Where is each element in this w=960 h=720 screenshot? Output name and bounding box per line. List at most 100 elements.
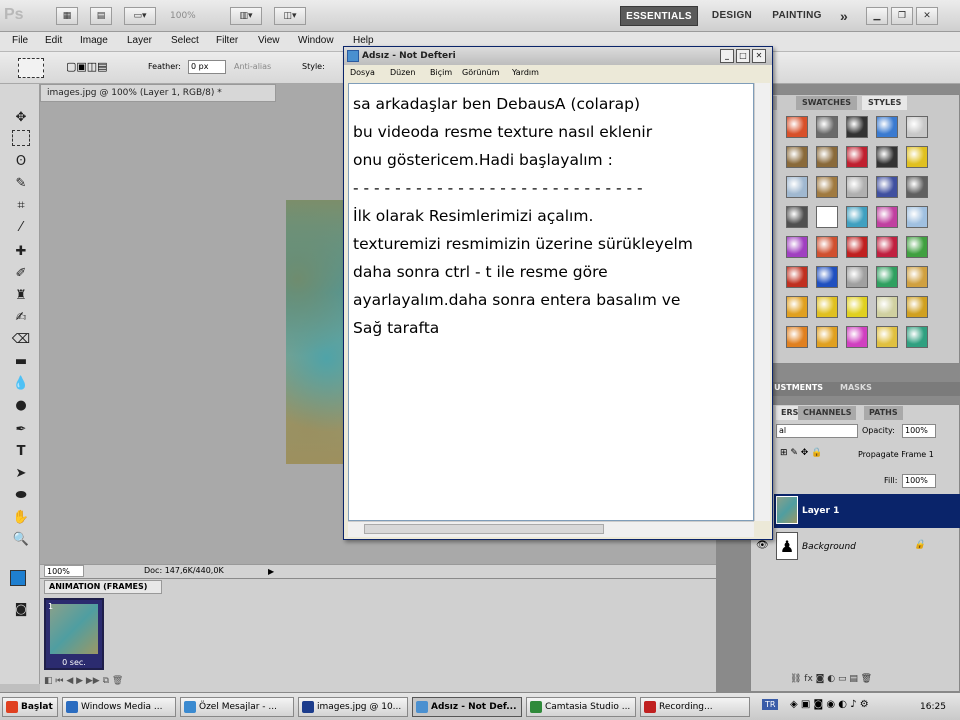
style-swatch[interactable]	[906, 296, 928, 318]
zoom-tool-icon[interactable]: 🔍	[10, 530, 32, 550]
notepad-menu-view[interactable]: Görünüm	[462, 65, 499, 81]
style-swatch[interactable]	[786, 176, 808, 198]
style-swatch[interactable]	[876, 146, 898, 168]
quick-mask-icon[interactable]: ◙	[10, 600, 32, 620]
status-menu-arrow-icon[interactable]: ▶	[268, 566, 274, 578]
notepad-vertical-scrollbar[interactable]	[754, 83, 770, 521]
gradient-tool-icon[interactable]: ▬	[10, 352, 32, 372]
dodge-tool-icon[interactable]: ●	[10, 396, 32, 416]
animation-frame[interactable]: 1 0 sec.	[44, 598, 104, 670]
more-workspaces-icon[interactable]: »	[834, 6, 854, 26]
style-swatch[interactable]	[816, 116, 838, 138]
style-swatch[interactable]	[816, 206, 838, 228]
task-ozel-mesajlar[interactable]: Özel Mesajlar - ...	[180, 697, 294, 717]
style-swatch[interactable]	[786, 266, 808, 288]
menu-view[interactable]: View	[258, 35, 280, 46]
style-swatch[interactable]	[846, 266, 868, 288]
zoom-field[interactable]: 100%	[44, 565, 84, 577]
healing-brush-icon[interactable]: ✚	[10, 242, 32, 262]
screen-mode-icon[interactable]: ◫▾	[274, 7, 306, 25]
marquee-preset-icon[interactable]	[18, 58, 44, 78]
opacity-field[interactable]: 100%	[902, 424, 936, 438]
document-tab[interactable]: images.jpg @ 100% (Layer 1, RGB/8) *	[40, 84, 276, 102]
style-swatch[interactable]	[816, 266, 838, 288]
arrange-documents-icon[interactable]: ▥▾	[230, 7, 262, 25]
style-swatch[interactable]	[786, 206, 808, 228]
menu-edit[interactable]: Edit	[45, 35, 62, 46]
notepad-menu-edit[interactable]: Düzen	[390, 65, 415, 81]
style-swatch[interactable]	[786, 236, 808, 258]
task-notepad[interactable]: Adsız - Not Def...	[412, 697, 522, 717]
tab-paths[interactable]: PATHS	[864, 406, 903, 420]
task-camtasia[interactable]: Camtasia Studio ...	[526, 697, 636, 717]
notepad-close-button[interactable]: ✕	[752, 49, 766, 63]
pen-tool-icon[interactable]: ✒	[10, 420, 32, 440]
eraser-icon[interactable]: ⌫	[10, 330, 32, 350]
style-swatch[interactable]	[816, 326, 838, 348]
minimize-icon[interactable]: ▁	[866, 7, 888, 25]
task-windows-media[interactable]: Windows Media ...	[62, 697, 176, 717]
zoom-level[interactable]: 100%	[170, 11, 196, 21]
style-swatch[interactable]	[846, 116, 868, 138]
marquee-tool-icon[interactable]	[12, 130, 30, 146]
menu-select[interactable]: Select	[171, 35, 199, 46]
visibility-eye-icon[interactable]: 👁	[756, 540, 769, 551]
style-swatch[interactable]	[786, 116, 808, 138]
tab-styles[interactable]: STYLES	[862, 96, 908, 110]
menu-layer[interactable]: Layer	[127, 35, 152, 46]
texture-layer-image[interactable]	[286, 200, 344, 464]
task-images-jpg[interactable]: images.jpg @ 10...	[298, 697, 408, 717]
style-swatch[interactable]	[816, 176, 838, 198]
notepad-text-area[interactable]: sa arkadaşlar ben DebausA (colarap) bu v…	[348, 83, 754, 521]
tab-channels[interactable]: CHANNELS	[798, 406, 857, 420]
style-swatch[interactable]	[906, 116, 928, 138]
style-swatch[interactable]	[846, 326, 868, 348]
style-swatch[interactable]	[846, 236, 868, 258]
blur-tool-icon[interactable]: 💧	[10, 374, 32, 394]
selection-mode-icons[interactable]: ▢▣◫▤	[66, 60, 108, 73]
animation-tab[interactable]: ANIMATION (FRAMES)	[44, 580, 162, 594]
style-swatch[interactable]	[786, 326, 808, 348]
menu-filter[interactable]: Filter	[216, 35, 238, 46]
tray-icons[interactable]: ◈ ▣ ◙ ◉ ◐ ♪ ⚙	[790, 699, 869, 710]
close-icon[interactable]: ✕	[916, 7, 938, 25]
view-extras-icon[interactable]: ▭▾	[124, 7, 156, 25]
feather-field[interactable]: 0 px	[188, 60, 226, 74]
ellipse-tool-icon[interactable]: ⬬	[10, 486, 32, 506]
blend-mode-select[interactable]: al	[776, 424, 858, 438]
style-swatch[interactable]	[876, 296, 898, 318]
restore-icon[interactable]: ❐	[891, 7, 913, 25]
notepad-menu-help[interactable]: Yardım	[512, 65, 539, 81]
style-swatch[interactable]	[816, 236, 838, 258]
tab-swatches[interactable]: SWATCHES	[796, 96, 858, 110]
menu-image[interactable]: Image	[80, 35, 108, 46]
notepad-menu-format[interactable]: Biçim	[430, 65, 452, 81]
tab-adjustments[interactable]: USTMENTS	[774, 383, 823, 392]
antialias-checkbox[interactable]: Anti-alias	[234, 62, 271, 71]
quick-selection-icon[interactable]: ✎	[10, 174, 32, 194]
lock-icons[interactable]: ⊞ ✎ ✥ 🔒	[780, 448, 822, 458]
workspace-essentials[interactable]: ESSENTIALS	[620, 6, 698, 26]
style-swatch[interactable]	[786, 296, 808, 318]
tab-masks[interactable]: MASKS	[840, 383, 872, 392]
layer-name[interactable]: Layer 1	[802, 506, 839, 516]
style-swatch[interactable]	[876, 236, 898, 258]
animation-controls[interactable]: ◧ ⏮ ◀ ▶ ▶▶ ⧉ 🗑	[44, 676, 123, 686]
menu-window[interactable]: Window	[298, 35, 334, 46]
style-swatch[interactable]	[846, 176, 868, 198]
task-recording[interactable]: Recording...	[640, 697, 750, 717]
style-swatch[interactable]	[906, 266, 928, 288]
workspace-design[interactable]: DESIGN	[704, 6, 760, 26]
mini-bridge-icon[interactable]: ▤	[90, 7, 112, 25]
style-swatch[interactable]	[846, 206, 868, 228]
brush-tool-icon[interactable]: ✐	[10, 264, 32, 284]
style-swatch[interactable]	[906, 326, 928, 348]
style-swatch[interactable]	[816, 296, 838, 318]
layer-panel-buttons[interactable]: ⛓ fx ◙ ◐ ▭ ▤ 🗑	[790, 674, 872, 684]
notepad-scroll-thumb[interactable]	[364, 524, 604, 534]
style-swatch[interactable]	[786, 146, 808, 168]
lasso-tool-icon[interactable]: ʘ	[10, 152, 32, 172]
style-swatch[interactable]	[846, 146, 868, 168]
workspace-painting[interactable]: PAINTING	[764, 6, 830, 26]
style-swatch[interactable]	[876, 116, 898, 138]
